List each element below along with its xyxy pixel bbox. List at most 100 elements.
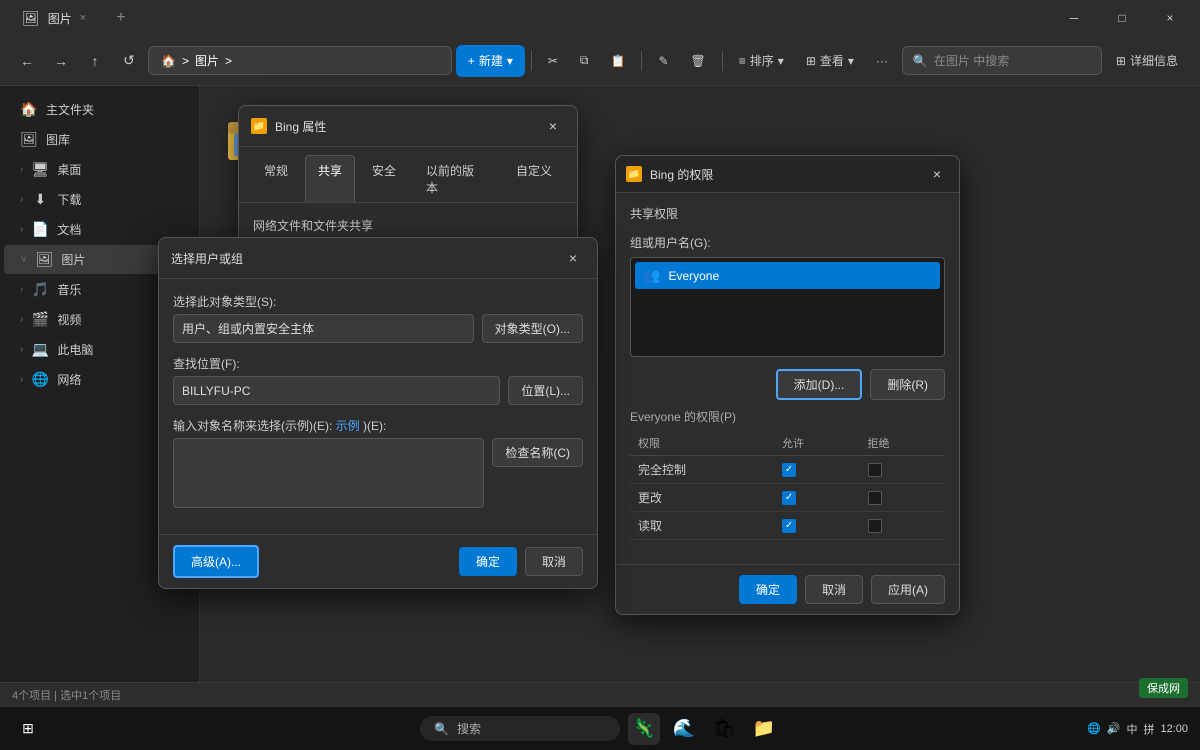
full-control-deny-checkbox[interactable] [868,463,882,477]
taskbar-edge-icon[interactable]: 🌊 [668,713,700,745]
permissions-title-bar: 📁 Bing 的权限 × [616,156,959,193]
network-tray-icon[interactable]: 🌐 [1087,722,1101,735]
sidebar-item-desktop[interactable]: › 🖥 桌面 [4,155,195,184]
perm-change-label: 更改 [630,484,774,512]
permissions-apply-button[interactable]: 应用(A) [871,575,945,604]
taskbar-store-icon[interactable]: 🛍 [708,713,740,745]
object-types-button[interactable]: 对象类型(O)... [482,314,583,343]
address-bar[interactable]: 🏠 > 图片 > [148,46,452,75]
taskbar-search[interactable]: 🔍 搜索 [420,716,620,741]
group-label: 组或用户名(G): [630,234,945,251]
back-button[interactable]: ← [12,46,42,76]
change-allow-checkbox[interactable]: ✓ [782,491,796,505]
full-control-allow-checkbox[interactable]: ✓ [782,463,796,477]
select-users-close-button[interactable]: × [561,246,585,270]
perm-full-control-deny [860,456,946,484]
lang-indicator[interactable]: 中 [1126,721,1137,737]
gallery-icon: 🖼 [20,131,38,148]
permissions-table-section: Everyone 的权限(P) 权限 允许 拒绝 完全控制 ✓ [630,408,945,540]
bing-props-close-button[interactable]: × [541,114,565,138]
select-users-ok-button[interactable]: 确定 [459,547,517,576]
perm-full-control-label: 完全控制 [630,456,774,484]
sidebar-label-downloads: 下载 [57,191,81,208]
up-button[interactable]: ↑ [80,46,110,76]
sort-button[interactable]: ≡ 排序 ▾ [729,45,794,77]
copy-button[interactable]: ⧉ [570,45,599,77]
locations-button[interactable]: 位置(L)... [508,376,583,405]
forward-button[interactable]: → [46,46,76,76]
permissions-cancel-button[interactable]: 取消 [805,575,863,604]
location-input-row: BILLYFU-PC 位置(L)... [173,376,583,405]
select-users-dialog: 选择用户或组 × 选择此对象类型(S): 用户、组或内置安全主体 对象类型(O)… [158,237,598,589]
maximize-button[interactable]: □ [1100,4,1144,32]
windows-start-button[interactable]: ⊞ [12,713,44,745]
perm-change-allow: ✓ [774,484,859,512]
taskbar-explorer-icon[interactable]: 🦎 [628,713,660,745]
sidebar-item-gallery[interactable]: 🖼 图库 [4,125,195,154]
layout-indicator[interactable]: 拼 [1143,721,1154,737]
permissions-footer: 确定 取消 应用(A) [616,564,959,614]
add-remove-buttons: 添加(D)... 删除(R) [630,369,945,400]
view-button[interactable]: ⊞ 查看 ▾ [796,45,864,77]
close-button[interactable]: × [1148,4,1192,32]
permissions-ok-button[interactable]: 确定 [739,575,797,604]
users-icon: 👥 [643,267,660,284]
object-name-textarea[interactable] [173,438,484,508]
sidebar-label-home: 主文件夹 [46,101,94,118]
tab-general[interactable]: 常规 [251,155,301,202]
minimize-button[interactable]: ─ [1052,4,1096,32]
edge-icon: 🌊 [673,718,695,739]
add-tab-button[interactable]: + [108,7,133,29]
select-users-cancel-button[interactable]: 取消 [525,547,583,576]
taskbar-folder-icon[interactable]: 📁 [748,713,780,745]
read-allow-checkbox[interactable]: ✓ [782,519,796,533]
add-button[interactable]: 添加(D)... [776,369,863,400]
col-permission: 权限 [630,431,774,456]
refresh-button[interactable]: ↺ [114,46,144,76]
perm-row-read: 读取 ✓ [630,512,945,540]
new-button[interactable]: + 新建 ▾ [456,45,525,77]
tab-close-icon[interactable]: × [80,12,86,24]
change-deny-checkbox[interactable] [868,491,882,505]
object-type-label: 选择此对象类型(S): [173,293,583,310]
remove-button[interactable]: 删除(R) [870,369,945,400]
perm-full-control-allow: ✓ [774,456,859,484]
check-names-button[interactable]: 检查名称(C) [492,438,583,467]
search-box[interactable]: 🔍 在图片 中搜索 [902,46,1102,75]
sound-tray-icon[interactable]: 🔊 [1107,722,1121,735]
share-permissions-section: 共享权限 [630,205,945,222]
advanced-button[interactable]: 高级(A)... [173,545,259,578]
tab-share[interactable]: 共享 [305,155,355,202]
tab-previous-versions[interactable]: 以前的版本 [413,155,499,202]
tab-security[interactable]: 安全 [359,155,409,202]
read-deny-checkbox[interactable] [868,519,882,533]
tab-pictures[interactable]: 🖼 图片 × [8,6,100,31]
new-icon: + [468,54,475,68]
more-button[interactable]: ··· [866,45,898,77]
example-link[interactable]: 示例 [336,419,360,433]
select-users-title-bar: 选择用户或组 × [159,238,597,279]
expand-downloads-icon: › [20,194,23,205]
cut-button[interactable]: ✂ [538,45,568,77]
sidebar-item-home[interactable]: 🏠 主文件夹 [4,95,195,124]
taskbar-left: ⊞ [12,713,44,745]
toolbar-separator-3 [722,51,723,71]
perm-read-allow: ✓ [774,512,859,540]
taskbar-search-placeholder: 搜索 [457,720,481,737]
input-name-label: 输入对象名称来选择(示例)(E): 示例 )(E): [173,417,583,434]
sidebar-item-downloads[interactable]: › ⬇ 下载 [4,185,195,214]
permissions-close-button[interactable]: × [925,162,949,186]
taskbar-search-icon: 🔍 [434,722,449,736]
paste-button[interactable]: 📋 [601,45,636,77]
delete-button[interactable]: 🗑 [681,45,716,77]
rename-button[interactable]: ✎ [648,45,678,77]
everyone-user-item[interactable]: 👥 Everyone [635,262,940,289]
address-path: 图片 [195,52,219,69]
sort-icon: ≡ [739,54,746,68]
permissions-title: Bing 的权限 [650,166,917,183]
select-users-body: 选择此对象类型(S): 用户、组或内置安全主体 对象类型(O)... 查找位置(… [159,279,597,534]
taskbar-right: 🌐 🔊 中 拼 12:00 保成网 [1087,721,1188,737]
tab-customize[interactable]: 自定义 [503,155,565,202]
detail-info-button[interactable]: ⊞ 详细信息 [1106,45,1188,77]
select-users-title: 选择用户或组 [171,250,553,267]
